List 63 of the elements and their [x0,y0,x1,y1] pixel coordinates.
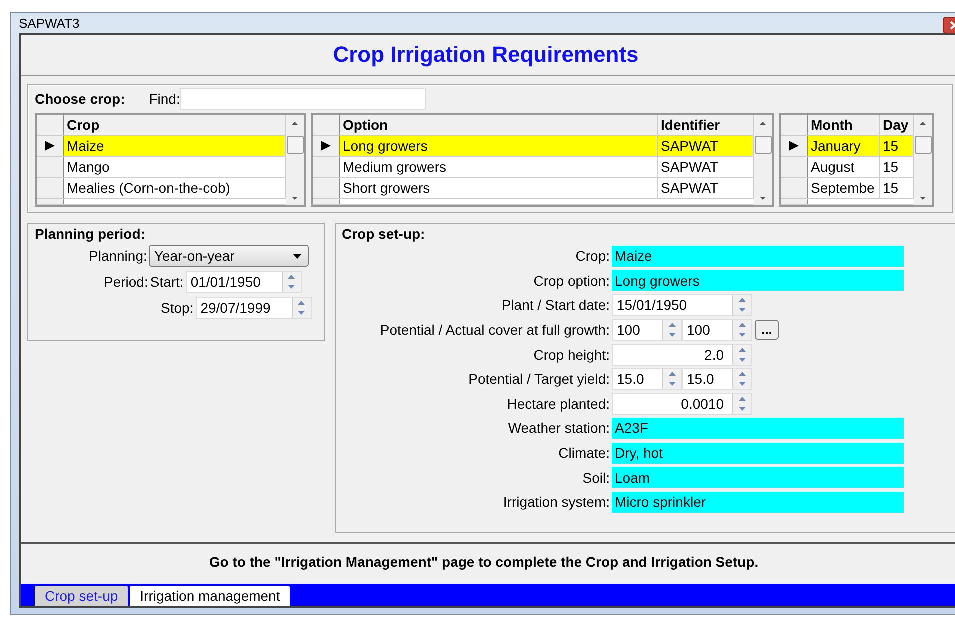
planning-dropdown[interactable]: Year-on-year [149,245,310,267]
scroll-up-icon[interactable] [919,121,927,126]
field-label: Start: [150,274,184,290]
field-label: Crop: [574,248,611,264]
row-pointer-icon [788,140,800,152]
find-field[interactable] [180,88,426,110]
column-header[interactable]: Option [340,115,658,136]
field-label: Hectare planted: [506,396,611,412]
value-field: Maize [612,246,904,267]
field-label: Planning: [89,248,148,264]
grid-cell: Long growers [340,136,658,156]
window-title: SAPWAT3 [19,16,80,30]
panel-title: Crop set-up: [342,226,426,242]
grid-cell: Medium growers [340,157,658,178]
page-tab[interactable]: Irrigation management [130,586,290,606]
scroll-thumb[interactable] [914,136,932,154]
field-label: Weather station: [507,420,611,436]
scroll-thumb[interactable] [286,136,304,154]
field-label: Soil: [582,470,611,486]
field-label: Potential / Actual cover at full growth: [379,322,611,338]
grid-cell: August [808,157,880,178]
field-label: Potential / Target yield: [468,371,611,388]
scroll-down-icon[interactable] [919,196,927,201]
row-pointer-icon [320,140,332,152]
row-pointer-icon [44,140,56,152]
field-label: Climate: [558,445,611,462]
grid-cell: Septembe [808,178,880,198]
value-field: Micro sprinkler [612,492,904,513]
column-header[interactable]: Month [808,115,880,136]
scroll-down-icon[interactable] [291,196,299,201]
row-selector[interactable] [781,136,808,156]
more-button[interactable]: ... [755,320,779,340]
page-heading: Crop Irrigation Requirements [333,42,639,68]
find-label: Find: [149,91,180,107]
value-field: Dry, hot [612,442,904,464]
hint-message: Go to the "Irrigation Management" page to complete the Crop and Irrigation Setup. [209,554,759,570]
grid-row[interactable]: Long growers SAPWAT [313,136,754,158]
grid-row[interactable]: Medium growers SAPWAT [313,157,754,178]
value-field: A23F [612,418,904,439]
scroll-up-icon[interactable] [759,121,767,126]
grid-row[interactable]: August 15 [781,157,914,178]
field-label: Crop height: [532,346,611,363]
scroll-down-icon[interactable] [759,196,767,201]
scroll-up-icon[interactable] [291,121,299,126]
value-field: Loam [612,467,904,488]
field-label: Crop option: [532,272,611,289]
page-tab[interactable]: Crop set-up [35,586,128,606]
grid-row[interactable]: Septembe 15 [781,178,914,200]
grid-cell: January [808,136,880,156]
field-label: Period: [104,274,148,290]
field-label: Stop: [161,300,194,316]
value-field: Long growers [612,270,904,292]
row-selector[interactable] [313,136,340,156]
scroll-thumb[interactable] [754,136,772,154]
grid-row[interactable]: Short growers SAPWAT [313,178,754,200]
row-selector[interactable] [37,136,64,156]
panel-title: Planning period: [35,226,146,242]
field-label: Irrigation system: [502,494,611,510]
choose-crop-label: Choose crop: [35,91,126,107]
caret-icon [293,254,302,258]
grid-cell: Short growers [340,178,658,198]
field-label: Plant / Start date: [500,297,611,314]
grid-row[interactable]: January 15 [781,136,914,158]
